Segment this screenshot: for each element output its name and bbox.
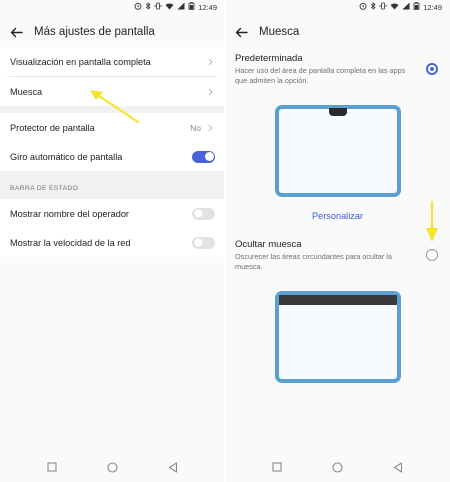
highlight-arrow-icon: [90, 90, 140, 124]
chevron-right-icon: [205, 57, 215, 67]
system-nav-bar: [0, 455, 225, 479]
phone-illustration-hidden-notch: [275, 291, 401, 383]
option-hide-description: Oscurecer las áreas circundantes para oc…: [235, 252, 392, 271]
square-icon: [272, 462, 282, 472]
signal-icon: [177, 2, 185, 12]
chevron-right-icon: [205, 87, 215, 97]
customize-button[interactable]: Personalizar: [225, 211, 450, 221]
triangle-back-icon: [168, 461, 177, 473]
page-title: Muesca: [259, 26, 300, 38]
row-label: Giro automático de pantalla: [10, 151, 123, 162]
bluetooth-icon: [145, 2, 151, 12]
row-value: No: [190, 122, 201, 133]
network-speed-toggle[interactable]: [192, 236, 215, 249]
option-default-title: Predeterminada: [235, 53, 303, 64]
bluetooth-icon: [370, 2, 376, 12]
status-bar: 12:49: [359, 0, 442, 14]
toggle-knob: [204, 152, 214, 161]
row-label: Visualización en pantalla completa: [10, 56, 151, 67]
app-bar: Más ajustes de pantalla: [0, 20, 225, 44]
row-label: Mostrar nombre del operador: [10, 208, 129, 219]
alarm-icon: [134, 2, 142, 12]
settings-row-show-carrier-name[interactable]: Mostrar nombre del operador: [0, 199, 225, 228]
vibrate-icon: [154, 2, 162, 12]
settings-screen: 12:49 Más ajustes de pantalla Visualizac…: [0, 0, 225, 482]
circle-icon: [332, 461, 343, 473]
back-button[interactable]: [2, 20, 30, 44]
carrier-name-toggle[interactable]: [192, 207, 215, 220]
auto-rotate-toggle[interactable]: [192, 150, 215, 163]
phone-illustration-notch: [275, 105, 401, 197]
toggle-knob: [193, 238, 203, 247]
toggle-knob: [193, 209, 203, 218]
battery-icon: [188, 2, 195, 12]
triangle-back-icon: [393, 461, 402, 473]
notch-shape: [329, 108, 347, 116]
system-nav-bar: [225, 455, 450, 479]
option-hide-title: Ocultar muesca: [235, 239, 302, 250]
signal-icon: [402, 2, 410, 12]
settings-row-fullscreen-display[interactable]: Visualización en pantalla completa: [0, 47, 225, 76]
back-button[interactable]: [227, 20, 255, 44]
nav-back-button[interactable]: [165, 459, 181, 475]
arrow-left-icon: [235, 27, 248, 37]
option-hide-radio[interactable]: [426, 249, 438, 261]
vibrate-icon: [379, 2, 387, 12]
row-label: Mostrar la velocidad de la red: [10, 237, 131, 248]
section-header-status-bar: BARRA DE ESTADO: [10, 185, 79, 192]
settings-row-show-network-speed[interactable]: Mostrar la velocidad de la red: [0, 228, 225, 257]
square-icon: [47, 462, 57, 472]
home-button[interactable]: [105, 459, 121, 475]
recents-button[interactable]: [44, 459, 60, 475]
chevron-right-icon: [205, 123, 215, 133]
settings-row-auto-rotate[interactable]: Giro automático de pantalla: [0, 142, 225, 171]
option-default-radio[interactable]: [426, 63, 438, 75]
highlight-arrow-icon: [426, 200, 438, 242]
notch-screen: 12:49 Muesca Predeterminada Hacer uso de…: [225, 0, 450, 482]
circle-icon: [107, 461, 118, 473]
arrow-left-icon: [10, 27, 23, 37]
option-default-description: Hacer uso del área de pantalla completa …: [235, 66, 406, 85]
nav-back-button[interactable]: [390, 459, 406, 475]
wifi-icon: [165, 2, 174, 12]
status-bar: 12:49: [134, 0, 217, 14]
alarm-icon: [359, 2, 367, 12]
blackened-top-bar: [279, 295, 397, 305]
status-time: 12:49: [198, 2, 217, 12]
app-bar: Muesca: [225, 20, 450, 44]
wifi-icon: [390, 2, 399, 12]
page-title: Más ajustes de pantalla: [34, 26, 155, 38]
recents-button[interactable]: [269, 459, 285, 475]
battery-icon: [413, 2, 420, 12]
home-button[interactable]: [330, 459, 346, 475]
status-time: 12:49: [423, 2, 442, 12]
